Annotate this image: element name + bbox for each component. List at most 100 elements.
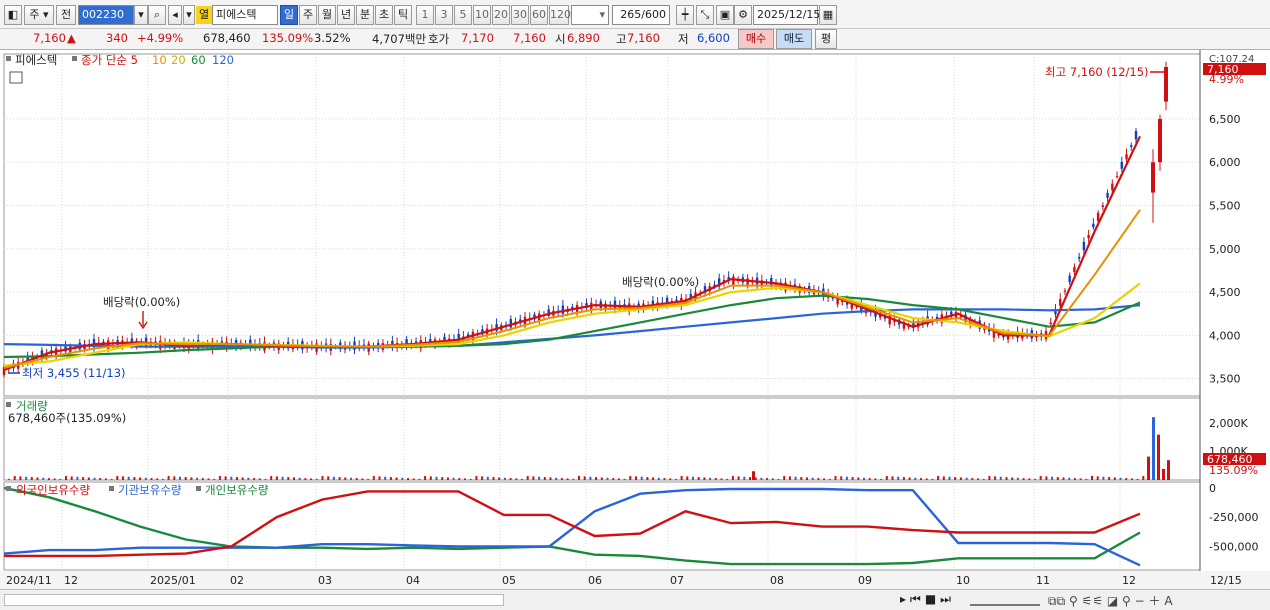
candle-type-icon[interactable]: ┿ xyxy=(676,5,694,25)
crosshair-icon[interactable]: ⤡ xyxy=(696,5,714,25)
legend-individual-holdings: 개인보유수량 xyxy=(205,483,269,497)
sell-button[interactable]: 매도 xyxy=(776,29,812,49)
volume-bar xyxy=(361,478,364,480)
interval-60-button[interactable]: 60 xyxy=(530,5,548,25)
volume-bar xyxy=(543,477,546,480)
zoom-slider[interactable] xyxy=(970,592,1040,606)
volume-bar xyxy=(481,476,484,480)
volume-bar xyxy=(714,478,717,480)
interval-3-button[interactable]: 3 xyxy=(435,5,453,25)
market-select[interactable]: 주 ▾ xyxy=(24,5,54,25)
speaker-dropdown-icon[interactable]: ▾ xyxy=(183,5,195,25)
period-month-button[interactable]: 월 xyxy=(318,5,336,25)
volume-bar xyxy=(1113,477,1116,480)
x-axis-label: 03 xyxy=(318,574,332,587)
scrollbar-track[interactable] xyxy=(4,594,504,606)
volume-bar xyxy=(1142,476,1145,480)
candle-body xyxy=(1082,241,1086,251)
volume-bar xyxy=(1167,460,1170,480)
volume-bar xyxy=(350,477,352,480)
speaker-icon[interactable]: ◂ xyxy=(168,5,182,25)
code-dropdown-icon[interactable]: ▾ xyxy=(134,5,148,25)
volume-bar xyxy=(874,478,877,480)
volume-bar xyxy=(811,477,814,480)
candle-body xyxy=(1120,161,1123,169)
eval-button[interactable]: 평 xyxy=(815,29,837,49)
volume-bar xyxy=(515,478,518,480)
x-axis-label: 10 xyxy=(956,574,970,587)
volume-bar xyxy=(384,476,387,480)
playback-controls[interactable]: ▸⏮■⏭ xyxy=(900,592,955,607)
search-icon[interactable]: ⌕ xyxy=(148,5,166,25)
count-max: /600 xyxy=(641,8,666,21)
candle-body xyxy=(1092,223,1095,228)
prev-button[interactable]: 전 xyxy=(56,5,76,25)
interval-120-button[interactable]: 120 xyxy=(549,5,571,25)
calendar-icon[interactable]: ▦ xyxy=(819,5,837,25)
count-input[interactable]: 265/600 xyxy=(612,5,670,25)
candle-body xyxy=(1151,162,1155,193)
candle-body xyxy=(1063,290,1067,292)
holdings-axis-label: -250,000 xyxy=(1209,511,1258,524)
volume-bar xyxy=(372,476,375,480)
volume-bar xyxy=(503,477,506,480)
volume-bar xyxy=(161,478,164,480)
interval-custom-input[interactable]: ▾ xyxy=(571,5,609,25)
volume-bar xyxy=(994,476,997,480)
volume-bar xyxy=(156,478,159,480)
price-axis-label: 5,000 xyxy=(1209,243,1241,256)
volume-bar xyxy=(817,478,820,480)
period-day-button[interactable]: 일 xyxy=(280,5,298,25)
period-year-button[interactable]: 년 xyxy=(337,5,355,25)
volume-bar xyxy=(1068,477,1071,480)
period-second-button[interactable]: 초 xyxy=(375,5,393,25)
period-week-button[interactable]: 주 xyxy=(299,5,317,25)
volume-bar xyxy=(578,476,580,480)
chart-scroll-bar[interactable]: ▸⏮■⏭ ⧉⧉ ⚲ ⚟⚟ ◪ ⚲ − ＋ A xyxy=(0,589,1270,610)
stock-chart[interactable]: 6,5006,0005,5005,0004,5004,0003,500C:107… xyxy=(0,50,1270,590)
x-axis-label: 09 xyxy=(858,574,872,587)
buy-button[interactable]: 매수 xyxy=(738,29,774,49)
save-icon[interactable]: ▣ xyxy=(716,5,734,25)
volume-bar xyxy=(435,476,438,480)
interval-20-button[interactable]: 20 xyxy=(492,5,510,25)
period-tick-button[interactable]: 틱 xyxy=(394,5,412,25)
period-minute-button[interactable]: 분 xyxy=(356,5,374,25)
volume-bar xyxy=(458,478,461,480)
volume-bar xyxy=(880,478,883,480)
interval-10-button[interactable]: 10 xyxy=(473,5,491,25)
volume-bar xyxy=(555,477,558,480)
volume-bar xyxy=(1147,456,1150,480)
volume-bar xyxy=(752,471,755,480)
volume-bar xyxy=(1152,417,1155,480)
interval-30-button[interactable]: 30 xyxy=(511,5,529,25)
volume-bar xyxy=(828,478,831,480)
volume-bar xyxy=(76,476,79,480)
panel-toggle-icon[interactable]: ◧ xyxy=(4,5,22,25)
legend-bullet xyxy=(6,402,11,407)
interval-5-button[interactable]: 5 xyxy=(454,5,472,25)
current-price: 7,160 xyxy=(33,31,66,45)
volume-bar xyxy=(692,476,694,480)
settings-gear-icon[interactable]: ⚙ xyxy=(734,5,752,25)
volume-bar xyxy=(287,477,290,480)
fav-badge[interactable]: 열 xyxy=(196,6,212,24)
volume-bar xyxy=(122,476,124,480)
volume-bar xyxy=(560,478,563,480)
volume-bar xyxy=(988,476,991,480)
volume-bar xyxy=(321,476,324,480)
volume-bar xyxy=(999,476,1002,480)
volume-bar xyxy=(526,476,529,480)
date-input[interactable]: 2025/12/15 xyxy=(753,5,820,25)
volume-bar xyxy=(1051,476,1054,480)
candle-body xyxy=(1087,235,1090,239)
volume-bar xyxy=(367,478,370,480)
stock-name-field[interactable]: 피에스텍 xyxy=(212,5,278,25)
chart-tool-icons[interactable]: ⧉⧉ ⚲ ⚟⚟ ◪ ⚲ − ＋ A xyxy=(1048,592,1173,609)
interval-1-button[interactable]: 1 xyxy=(416,5,434,25)
volume-bar xyxy=(82,477,85,480)
volume-bar xyxy=(646,477,649,480)
stock-code-input[interactable]: 002230 xyxy=(78,5,134,25)
x-axis-label: 2025/01 xyxy=(150,574,196,587)
x-axis-label: 02 xyxy=(230,574,244,587)
